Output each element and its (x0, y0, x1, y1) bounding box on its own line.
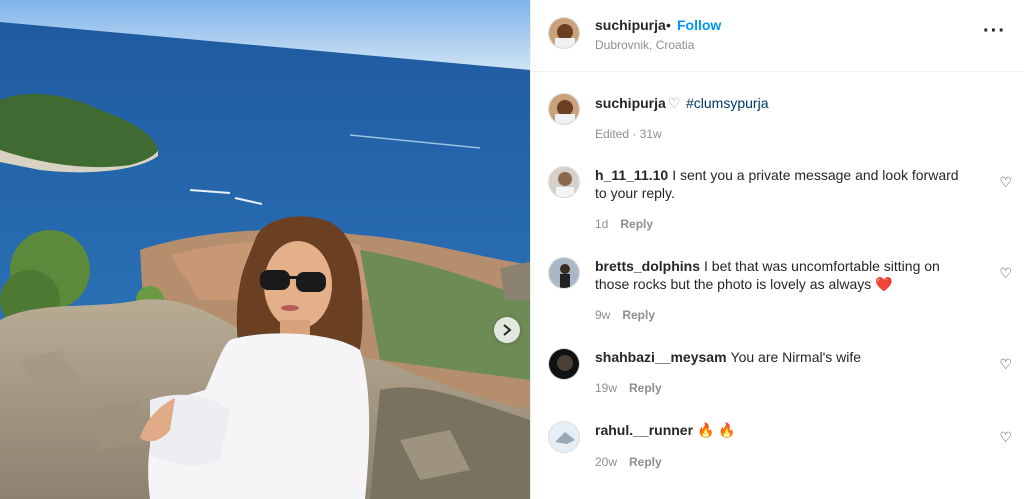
like-comment-icon[interactable]: ♡ (999, 265, 1012, 282)
commenter-avatar[interactable] (548, 421, 580, 453)
commenter-avatar[interactable] (548, 166, 580, 198)
comment-text: rahul.__runner 🔥 🔥 (595, 421, 967, 439)
reply-button[interactable]: Reply (622, 308, 655, 322)
caption-avatar[interactable] (548, 93, 580, 125)
comment-age: 20w (595, 455, 618, 469)
reply-button[interactable]: Reply (629, 381, 662, 395)
post-photo[interactable] (0, 0, 530, 499)
like-comment-icon[interactable]: ♡ (999, 356, 1012, 373)
post-details-panel: suchipurja • Follow Dubrovnik, Croatia ·… (530, 0, 1024, 499)
comment-age: 1d (595, 217, 609, 231)
comment-meta: 20w Reply (595, 455, 662, 469)
red-heart-emoji: ❤️ (875, 276, 893, 292)
author-avatar[interactable] (548, 17, 580, 49)
comment-age: 19w (595, 381, 618, 395)
separator-dot: • (666, 17, 671, 33)
next-photo-button[interactable] (494, 317, 520, 343)
reply-button[interactable]: Reply (620, 217, 653, 231)
dubrovnik-photo (0, 0, 530, 499)
comment-username[interactable]: shahbazi__meysam (595, 349, 727, 365)
like-comment-icon[interactable]: ♡ (999, 429, 1012, 446)
reply-button[interactable]: Reply (629, 455, 662, 469)
fire-emoji: 🔥 🔥 (697, 422, 736, 438)
comment-body: You are Nirmal's wife (730, 349, 862, 365)
comment-username[interactable]: h_11_11.10 (595, 167, 668, 183)
post-header: suchipurja • Follow Dubrovnik, Croatia ·… (531, 0, 1024, 72)
commenter-avatar[interactable] (548, 348, 580, 380)
caption-hashtag[interactable]: #clumsypurja (686, 95, 768, 111)
comment-username[interactable]: bretts_dolphins (595, 258, 700, 274)
follow-button[interactable]: Follow (677, 17, 721, 33)
like-comment-icon[interactable]: ♡ (999, 174, 1012, 191)
comment-meta: 9w Reply (595, 308, 655, 322)
author-username[interactable]: suchipurja (595, 17, 666, 33)
comment-username[interactable]: rahul.__runner (595, 422, 693, 438)
heart-outline-icon: ♡ (668, 95, 681, 111)
comment-age: 9w (595, 308, 611, 322)
comment-meta: 1d Reply (595, 217, 653, 231)
more-options-icon[interactable]: ··· (983, 20, 1006, 43)
comment-text: h_11_11.10 I sent you a private message a… (595, 166, 967, 202)
comment-meta: 19w Reply (595, 381, 662, 395)
caption-username[interactable]: suchipurja (595, 95, 666, 111)
edited-timestamp: Edited · 31w (595, 127, 662, 141)
commenter-avatar[interactable] (548, 257, 580, 289)
comment-text: bretts_dolphins I bet that was uncomforta… (595, 257, 967, 293)
comment-text: shahbazi__meysam You are Nirmal's wife (595, 348, 967, 366)
post-location[interactable]: Dubrovnik, Croatia (595, 38, 694, 52)
chevron-right-icon (503, 324, 512, 336)
instagram-post-view: suchipurja • Follow Dubrovnik, Croatia ·… (0, 0, 1024, 499)
